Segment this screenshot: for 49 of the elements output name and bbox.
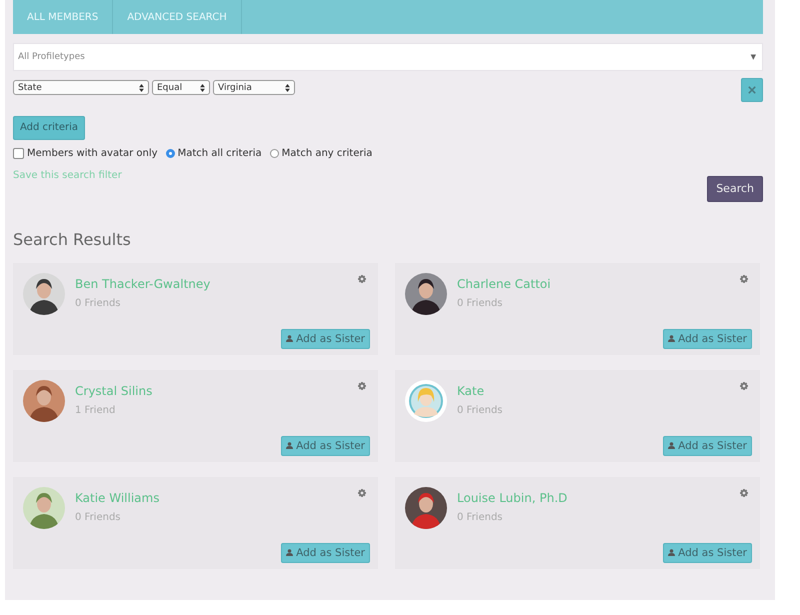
person-icon [286, 335, 294, 342]
friend-count: 0 Friends [457, 512, 503, 522]
member-name[interactable]: Kate [457, 384, 484, 398]
settings-icon[interactable] [740, 488, 748, 496]
updown-arrows-icon [285, 84, 290, 92]
friend-count: 0 Friends [457, 404, 503, 416]
search-button[interactable]: Search [707, 176, 763, 202]
radio-button[interactable] [166, 148, 175, 158]
avatar-icon [405, 380, 447, 422]
updown-arrows-icon [139, 84, 144, 92]
add-as-sister-button[interactable]: Add as Sister [663, 542, 752, 562]
option-label: Match any criteria [282, 148, 372, 158]
settings-icon[interactable] [740, 274, 748, 282]
add-criteria-button[interactable]: Add criteria [13, 116, 86, 140]
add-as-sister-button[interactable]: Add as Sister [281, 436, 370, 456]
person-icon [668, 335, 676, 342]
add-as-sister-button[interactable]: Add as Sister [281, 542, 370, 562]
tab[interactable]: ALL MEMBERS [13, 0, 114, 34]
tab[interactable]: ADVANCED SEARCH [113, 0, 242, 34]
settings-icon[interactable] [358, 274, 366, 282]
results-heading: Search Results [13, 230, 132, 248]
value-select[interactable]: Virginia [213, 80, 295, 95]
member-name[interactable]: Charlene Cattoi [457, 276, 551, 290]
person-icon [668, 549, 676, 556]
member-name[interactable]: Katie Williams [75, 490, 160, 504]
person-icon [286, 549, 294, 556]
friend-count: 0 Friends [75, 512, 121, 522]
option-label: Members with avatar only [27, 148, 158, 158]
settings-icon[interactable] [358, 382, 366, 390]
updown-arrows-icon [200, 84, 205, 92]
checkbox[interactable] [13, 148, 24, 158]
option-label: Match all criteria [178, 148, 262, 158]
person-icon [668, 442, 676, 449]
add-as-sister-button[interactable]: Add as Sister [663, 436, 752, 456]
member-name[interactable]: Ben Thacker-Gwaltney [75, 276, 210, 290]
field-select[interactable]: State [13, 80, 149, 95]
person-icon [286, 442, 294, 449]
settings-icon[interactable] [358, 488, 366, 496]
friend-count: 0 Friends [75, 298, 121, 308]
friend-count: 0 Friends [457, 298, 503, 308]
friend-count: 1 Friend [75, 404, 116, 416]
member-name[interactable]: Louise Lubin, Ph.D [457, 490, 568, 504]
add-as-sister-button[interactable]: Add as Sister [663, 328, 752, 348]
settings-icon[interactable] [740, 382, 748, 390]
member-name[interactable]: Crystal Silins [75, 384, 152, 398]
add-as-sister-button[interactable]: Add as Sister [281, 328, 370, 348]
operator-select[interactable]: Equal [152, 80, 210, 95]
remove-criteria-button[interactable]: × [741, 78, 763, 102]
radio-button[interactable] [270, 148, 279, 158]
